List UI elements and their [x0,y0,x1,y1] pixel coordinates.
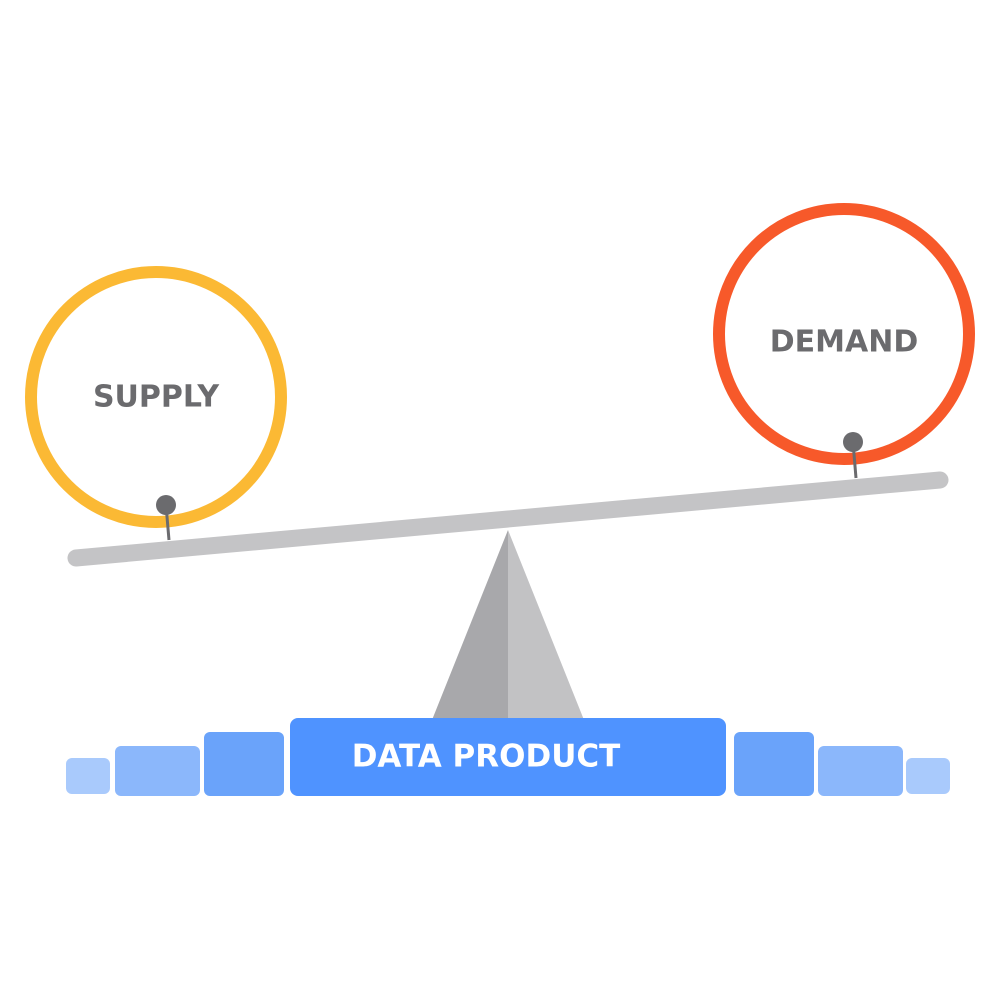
fulcrum-right-face [508,530,584,720]
demand-pin-head [843,432,863,452]
data-product-label: DATA PRODUCT [352,739,621,775]
supply-pin-head [156,495,176,515]
base-bar: DATA PRODUCT [66,718,950,796]
demand-label: DEMAND [770,325,918,360]
base-segment-left-mid [204,732,284,796]
seesaw-diagram: DATA PRODUCT SUPPLY DEMAND [0,0,1000,1000]
demand-weight: DEMAND [713,203,975,479]
base-segment-right-light [818,746,903,796]
base-segment-left-light [115,746,200,796]
supply-weight: SUPPLY [25,266,287,541]
fulcrum-left-face [432,530,508,720]
base-segment-left-pale [66,758,110,794]
balance-illustration: DATA PRODUCT SUPPLY DEMAND [25,203,975,796]
supply-label: SUPPLY [93,380,220,415]
base-segment-right-pale [906,758,950,794]
base-segment-right-mid [734,732,814,796]
fulcrum [432,530,584,720]
